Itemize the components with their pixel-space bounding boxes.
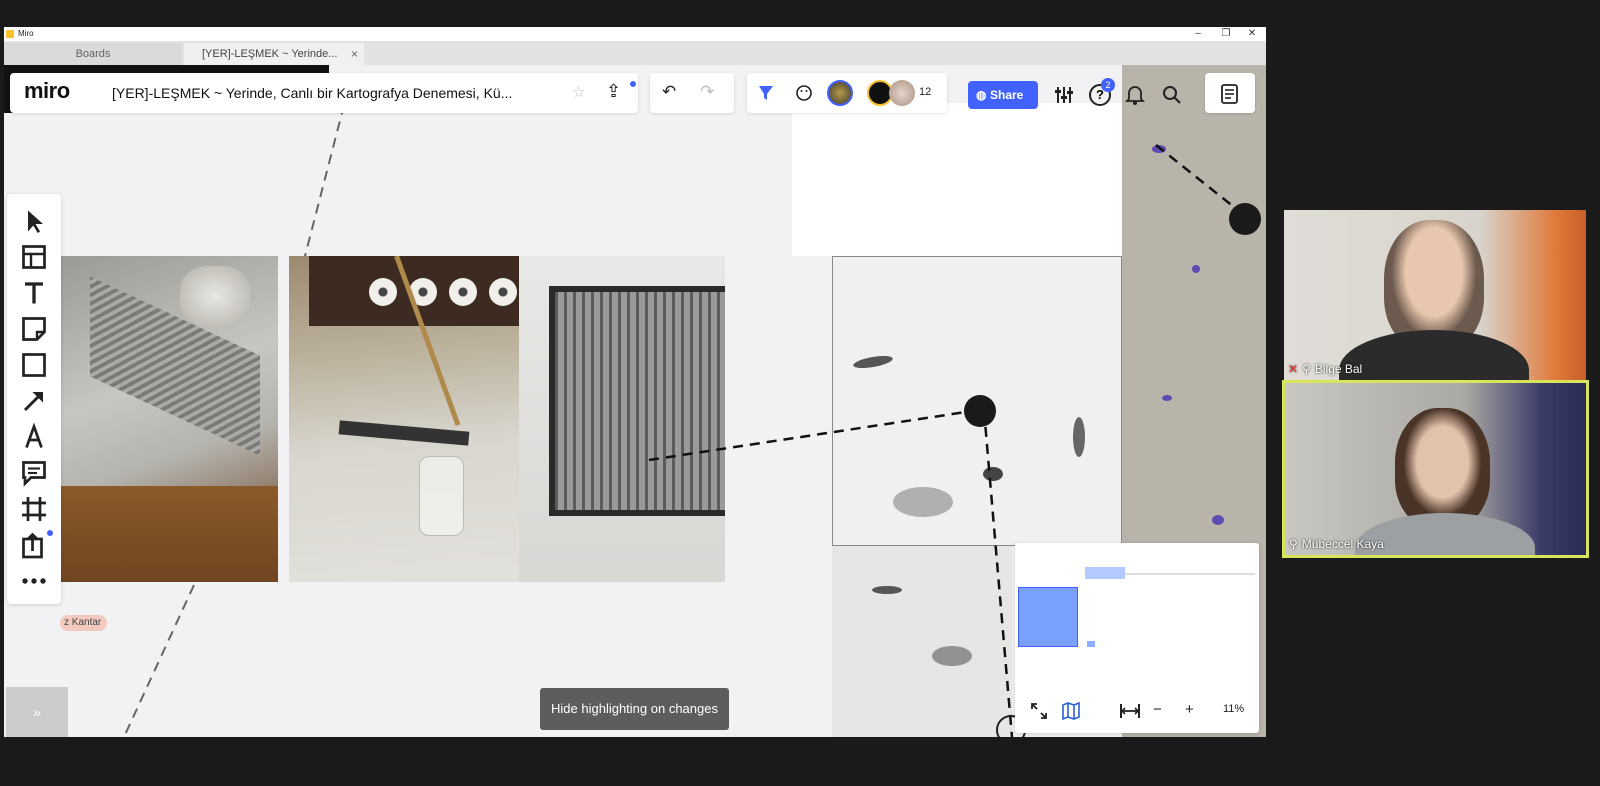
miro-logo[interactable]: miro	[24, 78, 70, 104]
participant-body	[1355, 513, 1535, 555]
participant-count[interactable]: 12	[919, 86, 931, 98]
collab-tools-bar: 12	[747, 73, 947, 113]
map-node[interactable]	[1229, 203, 1261, 235]
fit-to-screen-icon[interactable]	[1119, 701, 1141, 721]
expand-panel-button[interactable]: »	[6, 687, 68, 737]
participant-name: ✕ ⚲ Bilge Bal	[1288, 362, 1362, 376]
minimap-element	[1087, 641, 1095, 647]
sticky-note-icon[interactable]	[19, 314, 49, 344]
select-tool-icon[interactable]	[19, 206, 49, 236]
avatar[interactable]	[827, 80, 853, 106]
chevron-right-icon: »	[33, 704, 41, 720]
minimap-element	[1085, 567, 1125, 579]
redo-icon[interactable]: ↷	[700, 82, 714, 102]
pin-icon: ⚲	[1302, 362, 1311, 376]
help-badge: 2	[1101, 78, 1115, 92]
miro-app-icon	[6, 30, 14, 38]
cursor-filter-icon[interactable]	[757, 83, 777, 103]
map-icon[interactable]	[1061, 701, 1081, 721]
notification-dot	[630, 81, 636, 87]
search-icon[interactable]	[1161, 84, 1183, 106]
board-header: miro [YER]-LEŞMEK ~ Yerinde, Canlı bir K…	[10, 73, 638, 113]
tab-boards[interactable]: Boards	[4, 43, 182, 65]
notes-icon	[1221, 84, 1238, 104]
title-bar: Miro – ❐ ✕	[4, 27, 1266, 41]
tab-bar: Boards [YER]-LEŞMEK ~ Yerinde... ×	[4, 41, 1266, 65]
share-button[interactable]: ◍ Share	[968, 81, 1038, 109]
left-toolbar	[7, 194, 61, 604]
globe-icon: ◍	[976, 88, 987, 102]
participant-name: ⚲ Mübeccel Kaya	[1289, 537, 1384, 551]
more-tools-icon[interactable]	[19, 566, 49, 596]
mic-muted-icon: ✕	[1288, 362, 1299, 376]
export-icon[interactable]: ⇪	[606, 81, 621, 102]
board-title[interactable]: [YER]-LEŞMEK ~ Yerinde, Canlı bir Kartog…	[112, 85, 512, 101]
video-tile-bilge-bal[interactable]: ✕ ⚲ Bilge Bal	[1284, 210, 1586, 380]
zoom-in-icon[interactable]: +	[1185, 701, 1194, 718]
close-tab-icon[interactable]: ×	[351, 43, 358, 65]
settings-sliders-icon[interactable]	[1054, 85, 1074, 105]
pin-icon: ⚲	[1289, 537, 1298, 551]
app-title: Miro	[18, 29, 34, 38]
participant-body	[1339, 330, 1529, 380]
avatar[interactable]	[889, 80, 915, 106]
zoom-level[interactable]: 11%	[1223, 703, 1244, 715]
comment-icon[interactable]	[19, 458, 49, 488]
notes-panel-button[interactable]	[1205, 73, 1255, 113]
upload-notification-dot	[47, 530, 53, 536]
shape-tool-icon[interactable]	[19, 350, 49, 380]
map-node[interactable]	[964, 395, 996, 427]
text-tool-icon[interactable]	[19, 278, 49, 308]
participant-name-text: Bilge Bal	[1314, 362, 1363, 376]
arrow-tool-icon[interactable]	[19, 386, 49, 416]
video-tile-mubeccel-kaya[interactable]: ⚲ Mübeccel Kaya	[1282, 380, 1589, 558]
participant-face	[1395, 408, 1490, 528]
upload-icon[interactable]	[19, 530, 49, 560]
tab-label: [YER]-LEŞMEK ~ Yerinde...	[202, 48, 338, 60]
fullscreen-icon[interactable]	[1029, 701, 1049, 721]
minimap-viewport[interactable]	[1018, 587, 1078, 647]
maximize-button[interactable]: ❐	[1212, 27, 1240, 41]
minimap[interactable]: − + 11%	[1015, 543, 1259, 733]
close-window-button[interactable]: ✕	[1238, 27, 1266, 41]
bell-icon[interactable]	[1125, 84, 1145, 106]
zoom-controls: − + 11%	[1015, 693, 1259, 729]
participant-name-text: Mübeccel Kaya	[1301, 537, 1384, 551]
undo-icon[interactable]: ↶	[662, 82, 676, 102]
tab-board[interactable]: [YER]-LEŞMEK ~ Yerinde... ×	[184, 43, 364, 65]
minimap-element	[1125, 573, 1255, 575]
share-label: Share	[990, 88, 1024, 102]
hide-highlighting-button[interactable]: Hide highlighting on changes	[540, 688, 729, 730]
add-reaction-icon[interactable]	[795, 83, 815, 103]
frame-tool-icon[interactable]	[19, 494, 49, 524]
star-icon[interactable]: ☆	[572, 83, 585, 101]
zoom-out-icon[interactable]: −	[1153, 701, 1162, 718]
minimize-button[interactable]: –	[1184, 27, 1212, 41]
undo-redo-bar: ↶ ↷	[650, 73, 734, 113]
templates-icon[interactable]	[19, 242, 49, 272]
pen-tool-icon[interactable]	[19, 422, 49, 452]
tab-label: Boards	[75, 48, 111, 60]
